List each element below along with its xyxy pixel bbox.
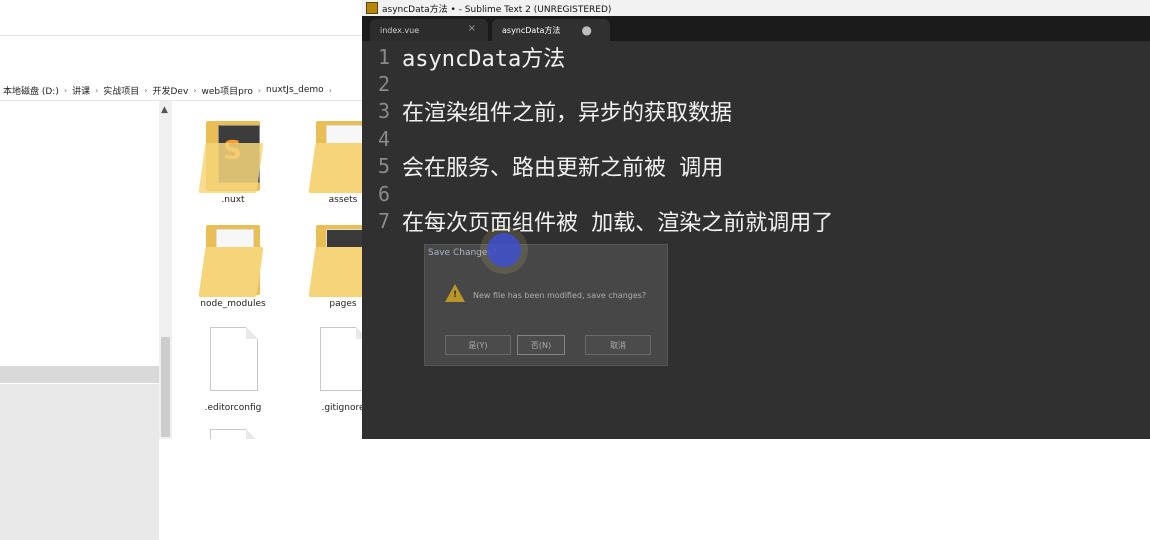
tab-asyncdata[interactable]: asyncData方法 ●	[492, 19, 610, 41]
no-button[interactable]: 否(N)	[517, 335, 565, 355]
sublime-text-window: asyncData方法 • - Sublime Text 2 (UNREGIST…	[362, 0, 1150, 439]
file-item[interactable]: S .nuxt	[178, 117, 288, 205]
save-changes-dialog: Save Changes? ! New file has been modifi…	[424, 244, 668, 366]
editor-area[interactable]: 1 asyncData方法 2 3 在渲染组件之前，异步的获取数据 4 5 会在…	[362, 41, 1150, 439]
line-number: 7	[377, 209, 390, 233]
file-item[interactable]: .editorconfig	[178, 325, 288, 413]
tab-bar: index.vue × asyncData方法 ●	[362, 16, 1150, 41]
breadcrumb-nuxtjs-demo[interactable]: nuxtJs_demo	[266, 85, 324, 95]
line-text[interactable]: 在每次页面组件被 加载、渲染之前就调用了	[402, 205, 833, 237]
breadcrumb-chevron-icon: ›	[328, 85, 332, 95]
code-line: 7 在每次页面组件被 加载、渲染之前就调用了	[362, 205, 833, 237]
file-name: node_modules	[200, 299, 266, 309]
line-number: 5	[377, 154, 390, 178]
file-icon	[312, 325, 362, 401]
file-item[interactable]: pages	[288, 221, 362, 309]
line-number: 4	[377, 127, 390, 151]
sublime-app-icon	[366, 2, 378, 14]
folder-icon	[198, 221, 264, 297]
scroll-up-arrow-icon[interactable]: ▲	[161, 105, 168, 115]
file-icon	[202, 427, 264, 439]
tab-index-vue[interactable]: index.vue ×	[370, 19, 488, 41]
file-name: pages	[329, 299, 357, 309]
scrollbar-thumb[interactable]	[161, 337, 170, 437]
breadcrumb-chevron-icon: ›	[257, 85, 262, 95]
folder-icon	[308, 221, 362, 297]
file-name: assets	[328, 195, 358, 205]
line-number: 6	[377, 182, 390, 206]
file-item[interactable]: .gitignore	[288, 325, 362, 413]
file-explorer-window: 本地磁盘 (D:) › 讲课 › 实战项目 › 开发Dev › web项目pro…	[0, 0, 362, 540]
code-line: 3 在渲染组件之前，异步的获取数据	[362, 95, 732, 127]
yes-button[interactable]: 是(Y)	[445, 335, 511, 355]
line-number: 1	[377, 45, 390, 69]
warning-mark: !	[453, 290, 458, 300]
breadcrumb-projects[interactable]: 实战项目	[103, 84, 139, 97]
folder-icon	[308, 117, 362, 193]
file-name: .gitignore	[321, 403, 362, 413]
window-title: asyncData方法 • - Sublime Text 2 (UNREGIST…	[382, 4, 612, 15]
line-text[interactable]: 在渲染组件之前，异步的获取数据	[402, 95, 732, 127]
file-name: .editorconfig	[204, 403, 262, 413]
navigation-pane	[0, 101, 159, 540]
file-item[interactable]	[178, 427, 288, 439]
line-number: 2	[377, 72, 390, 96]
tab-label: asyncData方法	[502, 25, 561, 35]
breadcrumb-chevron-icon: ›	[95, 85, 99, 95]
file-icon	[202, 325, 264, 401]
unsaved-dot-icon[interactable]: ●	[582, 23, 592, 37]
address-bar[interactable]: 本地磁盘 (D:) › 讲课 › 实战项目 › 开发Dev › web项目pro…	[0, 80, 362, 101]
line-number: 3	[377, 99, 390, 123]
dialog-message: New file has been modified, save changes…	[473, 291, 647, 300]
file-name: .nuxt	[221, 195, 245, 205]
line-text[interactable]: asyncData方法	[402, 41, 565, 73]
breadcrumb-chevron-icon: ›	[144, 85, 148, 95]
breadcrumb-lectures[interactable]: 讲课	[72, 84, 90, 97]
code-line: 2	[362, 70, 402, 98]
tab-label: index.vue	[380, 25, 420, 35]
file-item[interactable]: node_modules	[178, 221, 288, 309]
file-list: S .nuxt assets node_modules	[172, 101, 362, 439]
file-item[interactable]: assets	[288, 117, 362, 205]
nav-scrollbar[interactable]: ▲	[159, 101, 172, 439]
close-icon[interactable]: ×	[468, 23, 476, 34]
code-line: 6	[362, 180, 402, 208]
breadcrumb-drive[interactable]: 本地磁盘 (D:)	[3, 84, 59, 97]
breadcrumb-chevron-icon: ›	[193, 85, 197, 95]
code-line: 4	[362, 125, 402, 153]
window-titlebar[interactable]: asyncData方法 • - Sublime Text 2 (UNREGIST…	[362, 0, 1150, 16]
nav-selected-item[interactable]	[0, 366, 159, 383]
breadcrumb-dev[interactable]: 开发Dev	[153, 84, 189, 97]
mouse-cursor-highlight	[487, 233, 521, 267]
explorer-title-area	[0, 0, 362, 35]
code-line: 1 asyncData方法	[362, 41, 565, 73]
nav-pane-lower	[0, 384, 159, 540]
explorer-ribbon	[0, 35, 362, 80]
cancel-button[interactable]: 取消	[585, 335, 651, 355]
code-line: 5 会在服务、路由更新之前被 调用	[362, 150, 723, 182]
line-text[interactable]: 会在服务、路由更新之前被 调用	[402, 150, 723, 182]
breadcrumb-chevron-icon: ›	[63, 85, 68, 95]
sublime-folder-icon: S	[198, 117, 264, 193]
breadcrumb-webpro[interactable]: web项目pro	[202, 84, 253, 97]
